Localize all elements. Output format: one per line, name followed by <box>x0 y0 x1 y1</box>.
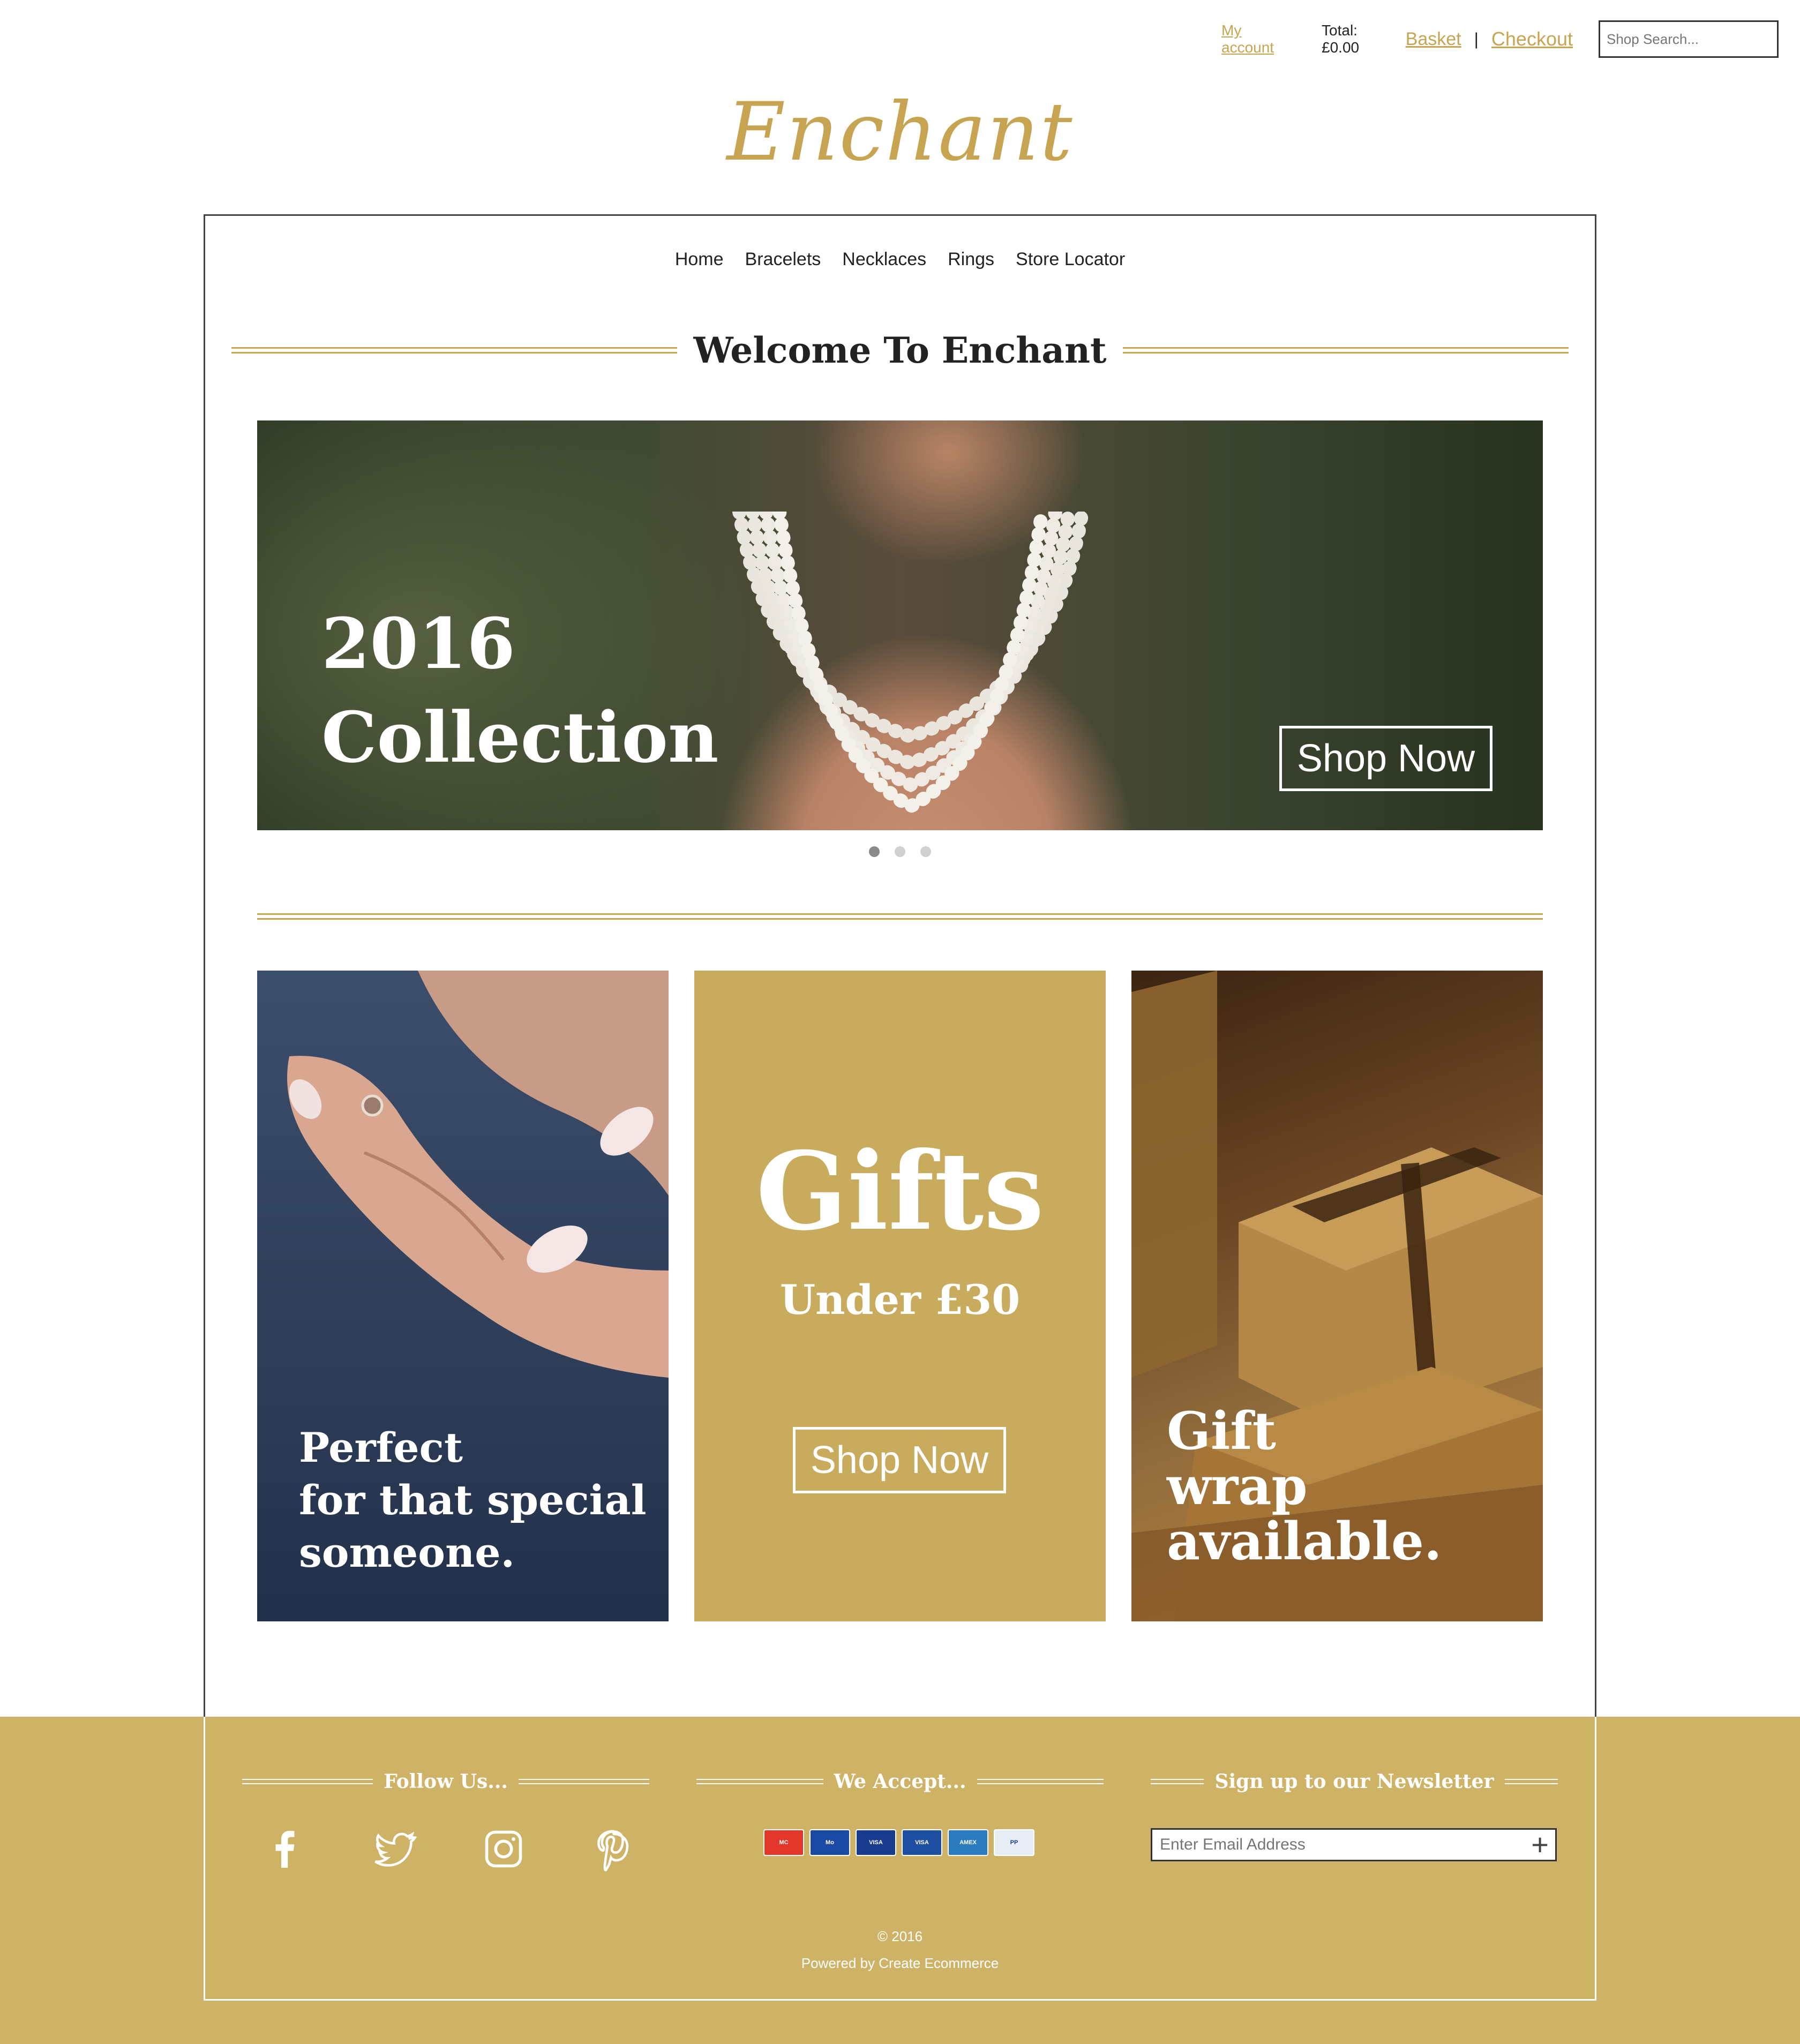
facebook-icon[interactable] <box>262 1827 308 1872</box>
newsletter-heading: Sign up to our Newsletter <box>1151 1770 1558 1793</box>
mastercard-icon: MC <box>763 1829 804 1856</box>
we-accept-heading: We Accept... <box>696 1770 1104 1793</box>
nav-store-locator[interactable]: Store Locator <box>1016 249 1125 270</box>
we-accept-title: We Accept... <box>834 1770 966 1793</box>
amex-icon: AMEX <box>948 1829 988 1856</box>
gift-wrap-tile-text: Gift wrap available. <box>1167 1403 1442 1569</box>
slider-dots <box>0 846 1800 857</box>
newsletter-form: + <box>1151 1828 1557 1861</box>
nav-necklaces[interactable]: Necklaces <box>842 249 926 270</box>
divider <box>1122 347 1569 354</box>
email-field[interactable] <box>1159 1835 1532 1854</box>
shop-search <box>1599 20 1787 58</box>
my-account-link[interactable]: My account <box>1221 22 1298 56</box>
checkout-link[interactable]: Checkout <box>1491 28 1573 50</box>
wrap-tile-line-1: Gift <box>1167 1401 1277 1461</box>
powered-by-link[interactable]: Powered by Create Ecommerce <box>0 1955 1800 1972</box>
maestro-icon: Mo <box>809 1829 850 1856</box>
ring-tile-line-2: for that special <box>299 1476 647 1524</box>
top-bar: My account Total: £0.00 Basket | Checkou… <box>1221 19 1787 59</box>
visa-electron-icon: VISA <box>902 1829 942 1856</box>
hero-shop-now-button[interactable]: Shop Now <box>1279 726 1492 791</box>
hero-slider[interactable]: 2016 Collection Shop Now <box>257 420 1543 830</box>
divider <box>231 347 678 354</box>
section-divider <box>257 913 1543 920</box>
basket-total: Total: £0.00 <box>1322 22 1360 56</box>
ring-tile-text: Perfect for that special someone. <box>299 1422 647 1579</box>
search-input[interactable] <box>1606 30 1787 48</box>
welcome-heading: Welcome To Enchant <box>231 329 1569 371</box>
gifts-promo-tile[interactable]: Gifts Under £30 Shop Now <box>694 971 1106 1621</box>
divider <box>696 1779 823 1784</box>
visa-icon: VISA <box>856 1829 896 1856</box>
instagram-icon[interactable] <box>481 1827 526 1872</box>
nav-bracelets[interactable]: Bracelets <box>745 249 821 270</box>
pinterest-icon[interactable] <box>590 1827 635 1872</box>
divider <box>1151 1779 1204 1784</box>
ring-tile-line-3: someone. <box>299 1529 515 1576</box>
gifts-shop-now-button[interactable]: Shop Now <box>793 1427 1006 1493</box>
link-separator: | <box>1474 29 1479 49</box>
slider-dot-3[interactable] <box>920 846 931 857</box>
hero-title: Collection <box>321 696 719 778</box>
copyright: © 2016 <box>877 1928 923 1944</box>
twitter-icon[interactable] <box>372 1827 417 1872</box>
divider <box>242 1779 373 1784</box>
slider-dot-1[interactable] <box>869 846 880 857</box>
ring-promo-tile[interactable]: Perfect for that special someone. <box>257 971 669 1621</box>
wrap-tile-line-3: available. <box>1167 1511 1442 1572</box>
follow-us-heading: Follow Us... <box>242 1770 649 1793</box>
nav-rings[interactable]: Rings <box>948 249 994 270</box>
gift-wrap-promo-tile[interactable]: Gift wrap available. <box>1131 971 1543 1621</box>
site-logo[interactable]: Enchant <box>0 86 1800 179</box>
social-links <box>262 1827 635 1872</box>
payment-cards: MC Mo VISA VISA AMEX PP <box>763 1829 1034 1856</box>
hero-year: 2016 <box>321 603 515 685</box>
divider <box>1504 1779 1558 1784</box>
subscribe-plus-icon[interactable]: + <box>1531 1830 1549 1860</box>
divider <box>977 1779 1104 1784</box>
newsletter-title: Sign up to our Newsletter <box>1214 1770 1494 1793</box>
hand-ring-image <box>287 971 669 1378</box>
ring-tile-line-1: Perfect <box>299 1424 463 1471</box>
wrap-tile-line-2: wrap <box>1167 1456 1308 1516</box>
page-title: Welcome To Enchant <box>693 329 1107 371</box>
gifts-subtitle: Under £30 <box>779 1276 1021 1324</box>
main-nav: Home Bracelets Necklaces Rings Store Loc… <box>0 249 1800 270</box>
nav-home[interactable]: Home <box>675 249 724 270</box>
slider-dot-2[interactable] <box>895 846 905 857</box>
gifts-title: Gifts <box>756 1129 1044 1254</box>
pearl-necklace-image <box>732 512 1089 814</box>
basket-link[interactable]: Basket <box>1406 29 1461 50</box>
paypal-icon: PP <box>994 1829 1034 1856</box>
divider <box>518 1779 649 1784</box>
follow-us-title: Follow Us... <box>384 1770 508 1793</box>
